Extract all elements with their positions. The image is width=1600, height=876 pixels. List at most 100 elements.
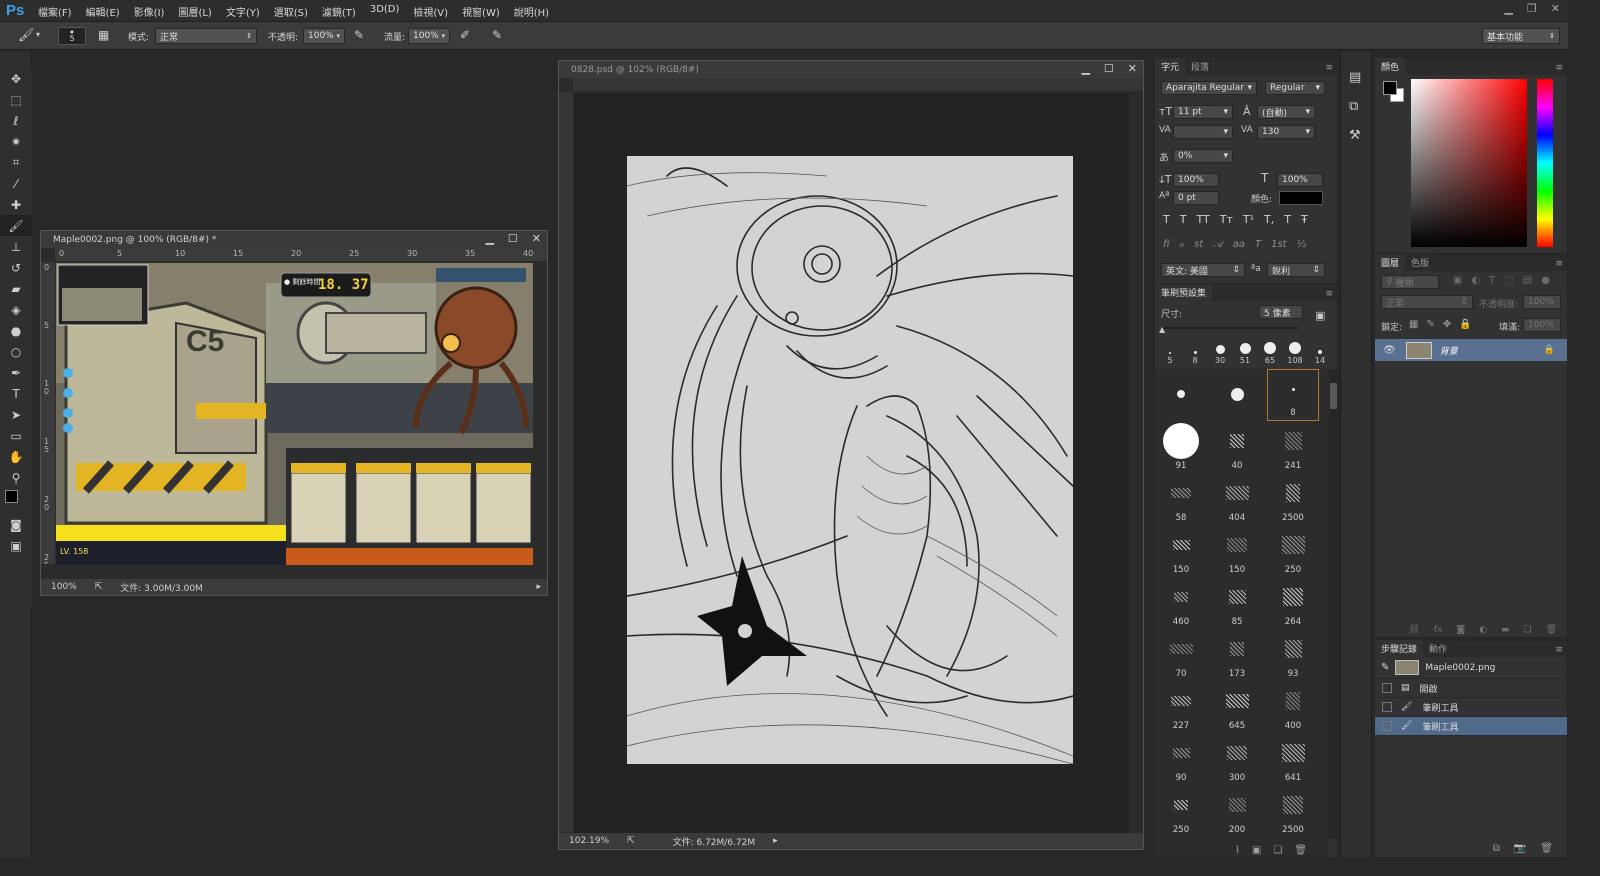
adjustment-filter-icon[interactable]: ◐ xyxy=(1471,275,1480,286)
recent-brush[interactable]: 30 xyxy=(1209,345,1231,365)
layer-opacity-field[interactable]: 100% xyxy=(1523,295,1561,309)
foreground-color-swatch[interactable] xyxy=(5,490,18,503)
recent-brush[interactable]: 14 xyxy=(1309,350,1331,365)
dodge-tool-icon[interactable]: ○ xyxy=(0,341,32,362)
recent-brush[interactable]: 8 xyxy=(1184,351,1206,365)
color-field[interactable] xyxy=(1411,79,1527,247)
brush-preset[interactable]: 150 xyxy=(1211,525,1263,577)
healing-brush-tool-icon[interactable]: ✚ xyxy=(0,194,32,215)
new-document-icon[interactable]: ⧉ xyxy=(1493,843,1500,857)
brush-preset[interactable]: 150 xyxy=(1155,525,1207,577)
lock-transparent-icon[interactable]: ▦ xyxy=(1409,319,1418,330)
brush-preset[interactable] xyxy=(1211,369,1263,421)
tab-color[interactable]: 顏色 xyxy=(1375,58,1406,75)
eyedropper-tool-icon[interactable]: ⁄ xyxy=(0,173,32,194)
tab-paragraph[interactable]: 段落 xyxy=(1185,58,1216,75)
brush-preset[interactable]: 40 xyxy=(1211,421,1263,473)
history-item[interactable]: ▤ 開啟 xyxy=(1375,679,1567,698)
opentype-button[interactable]: st xyxy=(1194,239,1203,250)
brush-preset[interactable]: 645 xyxy=(1211,681,1263,733)
eraser-tool-icon[interactable]: ▰ xyxy=(0,278,32,299)
recent-brush[interactable]: 5 xyxy=(1159,352,1181,365)
type-style-button[interactable]: T xyxy=(1284,213,1291,226)
horizontal-scale-field[interactable]: 100% xyxy=(1277,173,1323,187)
pressure-opacity-icon[interactable]: ✎ xyxy=(354,28,364,42)
doc-title-bar[interactable]: Maple0002.png @ 100% (RGB/8#) * ▁ ☐ ✕ xyxy=(41,231,547,248)
scrollbar-thumb[interactable] xyxy=(1330,383,1337,409)
clone-stamp-tool-icon[interactable]: ⊥ xyxy=(0,236,32,257)
menu-item[interactable]: 文字(Y) xyxy=(226,4,260,19)
type-style-button[interactable]: TT xyxy=(1196,213,1209,226)
close-icon[interactable]: ✕ xyxy=(1551,2,1560,15)
magic-wand-tool-icon[interactable]: ✷ xyxy=(0,131,32,152)
recent-brush[interactable]: 65 xyxy=(1259,342,1281,365)
path-selection-tool-icon[interactable]: ➤ xyxy=(0,404,32,425)
fx-icon[interactable]: fx xyxy=(1434,625,1443,639)
menu-item[interactable]: 說明(H) xyxy=(514,4,549,19)
pressure-size-icon[interactable]: ✎ xyxy=(492,28,502,42)
font-family-select[interactable]: Aparajita Regular ▾ xyxy=(1161,81,1257,95)
tab-character[interactable]: 字元 xyxy=(1155,58,1186,75)
brush-tool-icon[interactable]: 🖌 xyxy=(18,28,35,43)
file-info[interactable]: 文件: 6.72M/6.72M xyxy=(673,835,756,848)
trash-icon[interactable]: 🗑 xyxy=(1540,843,1553,857)
hue-slider[interactable] xyxy=(1537,79,1553,247)
brush-preset[interactable]: 8 xyxy=(1267,369,1319,421)
menu-item[interactable]: 檢視(V) xyxy=(413,4,448,19)
pixel-filter-icon[interactable]: ▣ xyxy=(1453,275,1462,286)
brush-preset[interactable]: 264 xyxy=(1267,577,1319,629)
blur-tool-icon[interactable]: ● xyxy=(0,320,32,341)
file-info[interactable]: 文件: 3.00M/3.00M xyxy=(120,581,203,594)
minimize-icon[interactable]: ▁ xyxy=(1081,62,1089,75)
blend-mode-select[interactable]: 正常 ⇕ xyxy=(1381,295,1473,309)
brush-preset[interactable]: 241 xyxy=(1267,421,1319,473)
share-icon[interactable]: ⇱ xyxy=(95,582,103,592)
menu-item[interactable]: 視窗(W) xyxy=(462,4,500,19)
type-style-button[interactable]: T, xyxy=(1264,213,1274,226)
history-snapshot[interactable]: ✎ Maple0002.png xyxy=(1375,657,1567,679)
tool-presets-icon[interactable]: ⚒ xyxy=(1349,128,1371,143)
folder-icon[interactable]: ▬ xyxy=(1501,625,1510,639)
layer-row[interactable]: 👁 背景 🔒 xyxy=(1375,339,1567,361)
brush-preset[interactable]: 90 xyxy=(1155,733,1207,785)
maximize-icon[interactable]: ☐ xyxy=(1104,62,1114,75)
toggle-brush-panel-icon[interactable]: ⌇ xyxy=(1235,845,1240,856)
filter-toggle-icon[interactable]: ● xyxy=(1541,275,1550,286)
brush-size-field[interactable]: 5 像素 xyxy=(1259,305,1303,319)
new-brush-icon[interactable]: ❏ xyxy=(1273,845,1282,856)
link-layers-icon[interactable]: ⛓ xyxy=(1408,625,1419,639)
type-filter-icon[interactable]: T xyxy=(1489,275,1495,286)
status-menu-arrow-icon[interactable]: ▸ xyxy=(773,836,778,846)
clone-source-icon[interactable]: ⧉ xyxy=(1349,99,1371,114)
brush-preset[interactable]: 85 xyxy=(1211,577,1263,629)
tab-brush-presets[interactable]: 筆刷預設集 xyxy=(1155,284,1213,301)
tab-channels[interactable]: 色版 xyxy=(1405,254,1436,271)
language-select[interactable]: 英文: 美國 ⇕ xyxy=(1161,263,1245,277)
lasso-tool-icon[interactable]: ℓ xyxy=(0,110,32,131)
chevron-down-icon[interactable]: ▾ xyxy=(36,30,40,39)
leading-field[interactable]: (自動) ▾ xyxy=(1257,105,1315,119)
document-window-maple[interactable]: Maple0002.png @ 100% (RGB/8#) * ▁ ☐ ✕ 0 5 10… xyxy=(40,230,548,596)
brush-preset[interactable]: 641 xyxy=(1267,733,1319,785)
minimize-icon[interactable]: ▁ xyxy=(485,232,493,245)
lock-position-icon[interactable]: ✥ xyxy=(1443,319,1451,330)
history-brush-source-icon[interactable]: ✎ xyxy=(1381,662,1389,673)
vertical-scale-field[interactable]: 100% xyxy=(1173,173,1219,187)
menu-item[interactable]: 濾鏡(T) xyxy=(322,4,356,19)
brush-preset[interactable]: 404 xyxy=(1211,473,1263,525)
type-style-button[interactable]: T xyxy=(1180,213,1187,226)
crop-tool-icon[interactable]: ⌗ xyxy=(0,152,32,173)
antialias-select[interactable]: 銳利 ⇕ xyxy=(1267,263,1325,277)
brush-preset[interactable]: 173 xyxy=(1211,629,1263,681)
maximize-icon[interactable]: ☐ xyxy=(508,232,518,245)
menu-item[interactable]: 編輯(E) xyxy=(86,4,120,19)
layer-filter-select[interactable]: ⚲ 種類 xyxy=(1381,275,1439,289)
document-window-sketch[interactable]: 0828.psd @ 102% (RGB/8#) ▁ ☐ ✕ 102.19% ⇱… xyxy=(558,60,1144,850)
type-style-button[interactable]: Ŧ xyxy=(1301,213,1308,226)
tab-actions[interactable]: 動作 xyxy=(1423,640,1454,657)
lock-pixels-icon[interactable]: ✎ xyxy=(1426,319,1434,330)
color-swatches[interactable] xyxy=(0,488,32,514)
close-icon[interactable]: ✕ xyxy=(532,232,541,245)
opentype-button[interactable]: ½ xyxy=(1297,239,1307,250)
panel-menu-icon[interactable]: ≡ xyxy=(1325,289,1333,299)
